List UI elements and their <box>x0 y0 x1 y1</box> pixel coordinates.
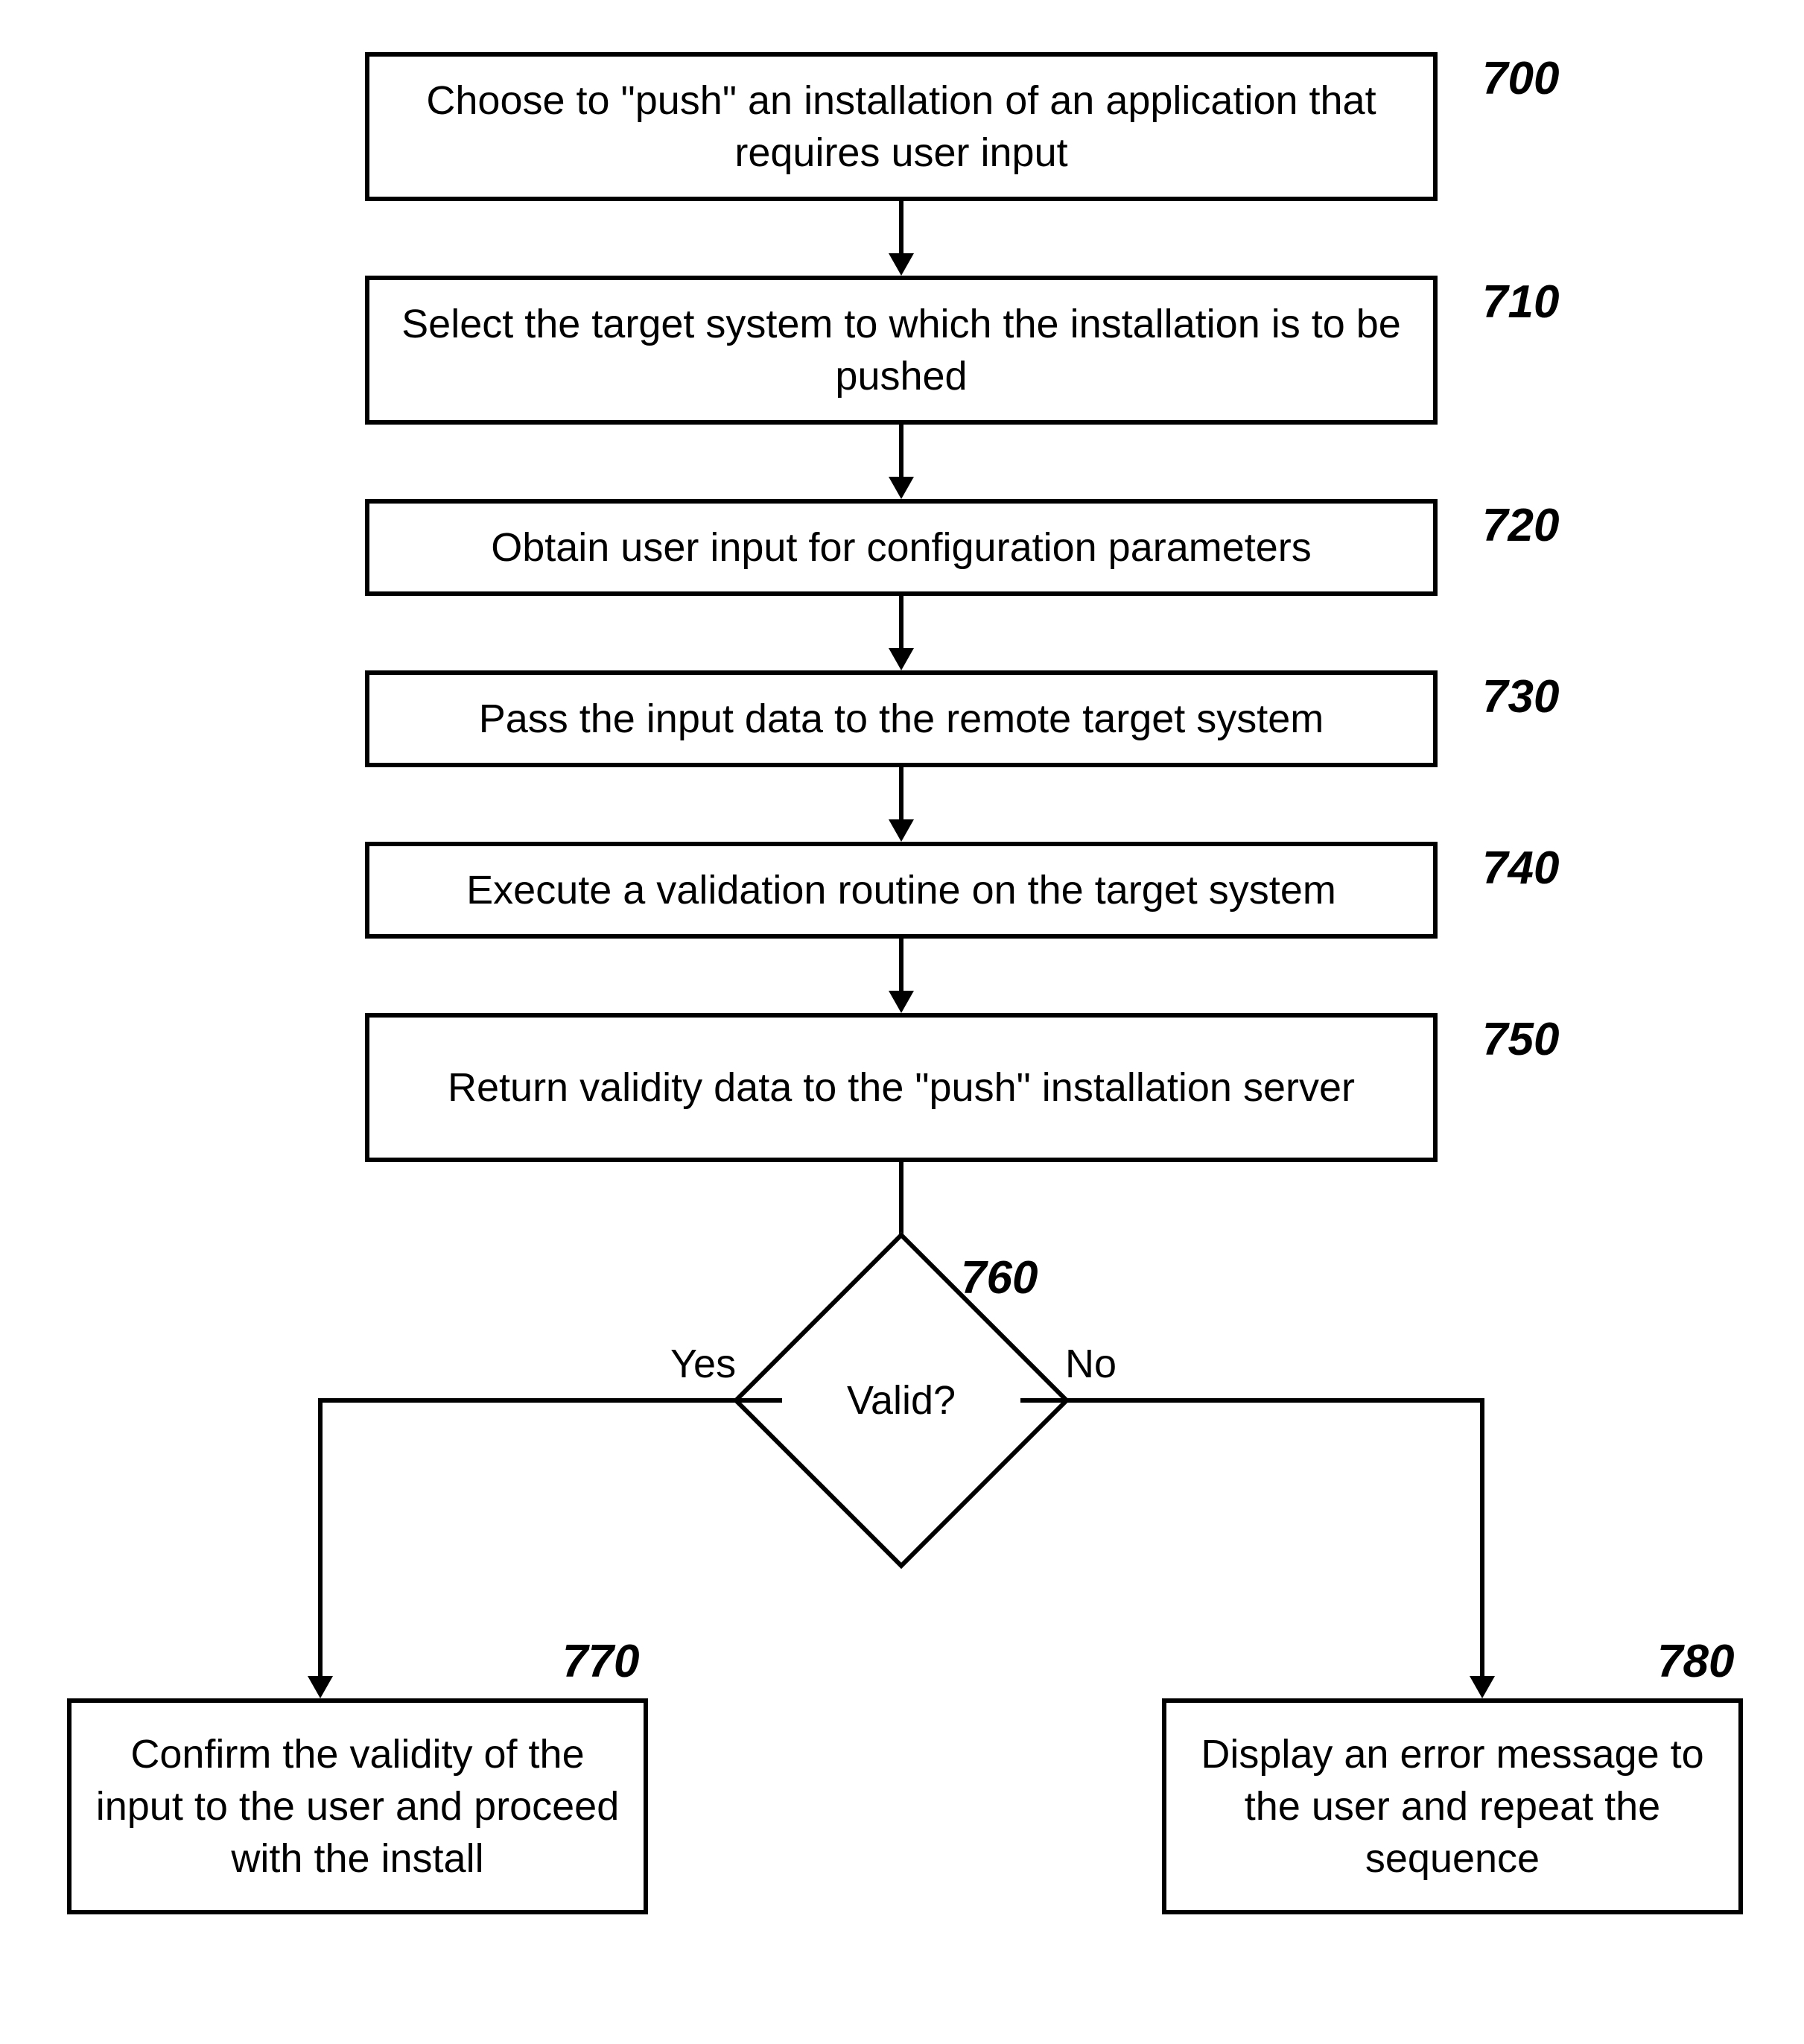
flowchart-canvas: Choose to "push" an installation of an a… <box>0 0 1804 2044</box>
step-730-text: Pass the input data to the remote target… <box>479 693 1324 745</box>
step-740-text: Execute a validation routine on the targ… <box>466 864 1336 916</box>
branch-no-label: No <box>1065 1341 1117 1387</box>
step-750-text: Return validity data to the "push" insta… <box>448 1061 1355 1114</box>
step-720-box: Obtain user input for configuration para… <box>365 499 1438 596</box>
step-780-text: Display an error message to the user and… <box>1181 1728 1724 1885</box>
step-750-box: Return validity data to the "push" insta… <box>365 1013 1438 1162</box>
step-720-text: Obtain user input for configuration para… <box>491 521 1312 574</box>
step-730-box: Pass the input data to the remote target… <box>365 670 1438 767</box>
branch-yes-label: Yes <box>670 1341 736 1387</box>
step-700-ref: 700 <box>1482 52 1559 105</box>
step-780-box: Display an error message to the user and… <box>1162 1698 1743 1914</box>
step-710-ref: 710 <box>1482 276 1559 328</box>
step-770-text: Confirm the validity of the input to the… <box>86 1728 629 1885</box>
step-750-ref: 750 <box>1482 1013 1559 1066</box>
step-780-ref: 780 <box>1657 1635 1734 1688</box>
arrow-710-720 <box>898 425 905 499</box>
step-740-box: Execute a validation routine on the targ… <box>365 842 1438 939</box>
step-700-text: Choose to "push" an installation of an a… <box>384 74 1418 179</box>
step-770-box: Confirm the validity of the input to the… <box>67 1698 648 1914</box>
step-710-text: Select the target system to which the in… <box>384 298 1418 402</box>
arrow-720-730 <box>898 596 905 670</box>
step-710-box: Select the target system to which the in… <box>365 276 1438 425</box>
decision-760: Valid? <box>782 1281 1020 1520</box>
arrow-740-750 <box>898 939 905 1013</box>
decision-760-ref: 760 <box>961 1251 1038 1304</box>
step-770-ref: 770 <box>562 1635 639 1688</box>
step-730-ref: 730 <box>1482 670 1559 723</box>
arrow-700-710 <box>898 201 905 276</box>
decision-760-text: Valid? <box>847 1377 956 1424</box>
step-720-ref: 720 <box>1482 499 1559 552</box>
step-740-ref: 740 <box>1482 842 1559 895</box>
arrow-730-740 <box>898 767 905 842</box>
step-700-box: Choose to "push" an installation of an a… <box>365 52 1438 201</box>
